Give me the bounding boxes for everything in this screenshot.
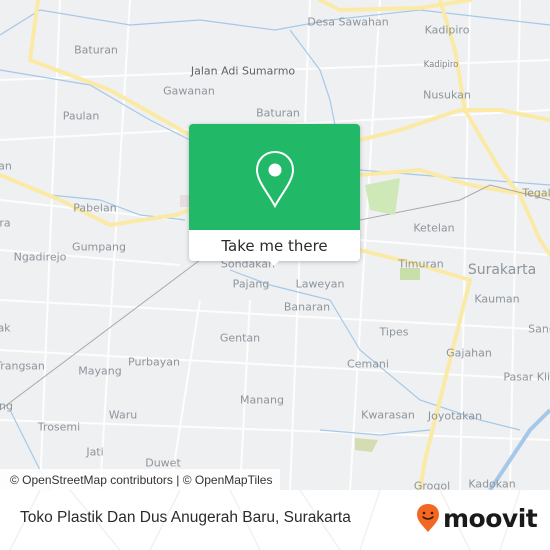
moovit-pin-icon	[417, 504, 439, 532]
map-label: Ketelan	[413, 221, 455, 235]
map-label: Cemani	[347, 357, 389, 371]
map-label: Trosemi	[37, 420, 81, 434]
popup-header	[189, 124, 360, 230]
take-me-there-button[interactable]: Take me there	[189, 230, 360, 261]
map-label: Banaran	[283, 300, 331, 314]
map-label: Paulan	[62, 109, 100, 123]
map-label: Joyotakan	[427, 409, 483, 423]
map-label: Grogol	[413, 479, 451, 491]
map-label: Kwarasan	[361, 408, 415, 422]
map-label: ra	[0, 216, 11, 230]
map-label: Jati	[86, 445, 104, 459]
map-label: Kadipiro	[423, 60, 459, 70]
map-attribution[interactable]: © OpenStreetMap contributors | © OpenMap…	[0, 469, 281, 490]
map-label: Baturan	[74, 43, 118, 57]
location-popup: Take me there	[189, 124, 360, 266]
map-label: Surakarta	[467, 262, 537, 278]
map-label: Kadokan	[468, 477, 516, 491]
map-label: Tegalh	[522, 186, 550, 200]
map-label: Pasar Kliv	[503, 370, 550, 384]
map-label: Manang	[240, 393, 284, 407]
moovit-logo[interactable]: moovit	[416, 503, 538, 533]
map-label: Mayang	[78, 364, 122, 378]
map-label: Desa Sawahan	[307, 15, 389, 29]
map-label: Pabelan	[73, 201, 117, 215]
footer: Toko Plastik Dan Dus Anugerah Baru, Sura…	[0, 490, 550, 550]
map-label: Jalan Adi Sumarmo	[190, 64, 296, 78]
map-label: Kadipiro	[424, 23, 470, 37]
map-view[interactable]: Desa Sawahan Kadipiro Kadipiro Baturan J…	[0, 0, 550, 490]
map-label: Gumpang	[72, 240, 126, 254]
map-label: ak	[0, 321, 11, 335]
map-label: Timuran	[398, 257, 444, 271]
map-label: Gajahan	[446, 346, 492, 360]
map-label: Sang	[528, 322, 550, 336]
map-label: Trangsan	[0, 359, 45, 373]
moovit-wordmark: moovit	[443, 503, 538, 533]
map-label: Ngadirejo	[13, 250, 67, 264]
map-label: an	[0, 159, 12, 173]
map-label: Laweyan	[295, 277, 345, 291]
map-label: Tipes	[379, 325, 409, 339]
map-label: Duwet	[145, 456, 181, 470]
map-label: Gentan	[219, 331, 261, 345]
map-pin-icon	[255, 150, 295, 208]
map-label: Purbayan	[128, 355, 180, 369]
place-title: Toko Plastik Dan Dus Anugerah Baru, Sura…	[20, 509, 351, 526]
map-label: Gawanan	[163, 84, 215, 98]
popup-pointer	[266, 258, 282, 266]
map-label: Waru	[108, 408, 138, 422]
map-label: Baturan	[256, 106, 300, 120]
map-label: Kauman	[474, 292, 520, 306]
map-label: Pajang	[232, 277, 270, 291]
map-label: ng	[0, 399, 13, 413]
map-label: Nusukan	[423, 88, 471, 102]
